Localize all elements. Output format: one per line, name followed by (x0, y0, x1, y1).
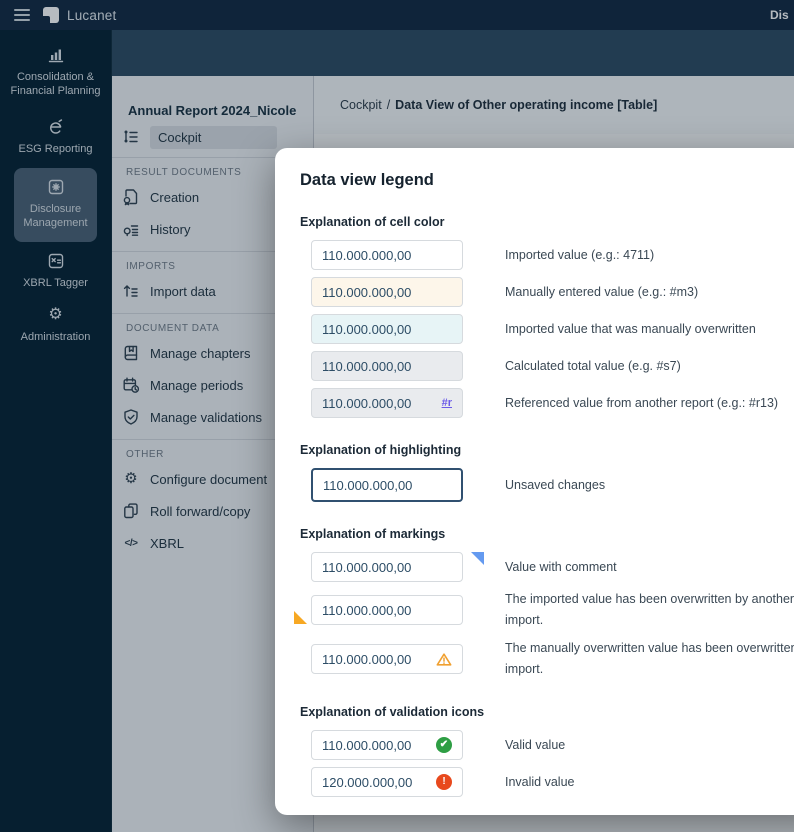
valid-check-icon: ✔ (436, 737, 452, 753)
sample-cell-warning: 110.000.000,00 (311, 644, 463, 674)
invalid-exclamation-icon: ! (436, 774, 452, 790)
sample-cell-import-overwritten: 110.000.000,00 (311, 595, 463, 625)
sample-cell-referenced: 110.000.000,00 #r (311, 388, 463, 418)
sample-cell-calculated: 110.000.000,00 (311, 351, 463, 381)
sample-cell-unsaved: 110.000.000,00 (311, 468, 463, 502)
legend-row: 110.000.000,00 The manually overwritten … (311, 638, 794, 680)
legend-row: 110.000.000,00 Imported value (e.g.: 471… (311, 240, 794, 270)
sample-cell-comment: 110.000.000,00 (311, 552, 463, 582)
legend-row: 110.000.000,00 Imported value that was m… (311, 314, 794, 344)
legend-row: 110.000.000,00 Value with comment (311, 552, 794, 582)
section-heading: Explanation of markings (300, 527, 446, 541)
legend-description: Referenced value from another report (e.… (505, 395, 779, 410)
legend-row: 110.000.000,00 Unsaved changes (311, 468, 794, 502)
sample-cell-overwritten: 110.000.000,00 (311, 314, 463, 344)
section-heading: Explanation of cell color (300, 215, 445, 229)
legend-row: 110.000.000,00 Calculated total value (e… (311, 351, 794, 381)
data-view-legend-dialog: Data view legend Explanation of cell col… (275, 148, 794, 815)
legend-description: Imported value that was manually overwri… (505, 321, 756, 336)
legend-row: 110.000.000,00 Manually entered value (e… (311, 277, 794, 307)
legend-row: 110.000.000,00 #r Referenced value from … (311, 388, 794, 418)
legend-row: 110.000.000,00 The imported value has be… (294, 589, 794, 631)
legend-description: The imported value has been overwritten … (505, 592, 794, 627)
sample-cell-valid: 110.000.000,00 ✔ (311, 730, 463, 760)
legend-description: Calculated total value (e.g. #s7) (505, 358, 681, 373)
legend-row: 110.000.000,00 ✔ Valid value (311, 730, 794, 760)
import-corner-icon (294, 611, 307, 624)
legend-description: Manually entered value (e.g.: #m3) (505, 284, 699, 299)
dialog-title: Data view legend (300, 171, 434, 189)
comment-corner-icon (471, 552, 484, 565)
reference-link: #r (441, 397, 452, 409)
sample-cell-invalid: 120.000.000,00 ! (311, 767, 463, 797)
legend-description: Value with comment (505, 559, 617, 574)
sample-cell-imported: 110.000.000,00 (311, 240, 463, 270)
legend-description: Invalid value (505, 774, 575, 789)
warning-triangle-icon (436, 652, 452, 666)
app-window: Lucanet Dis Consolidation & Financial Pl… (0, 0, 794, 832)
section-heading: Explanation of validation icons (300, 705, 485, 719)
legend-description: The manually overwritten value has been … (505, 641, 794, 676)
legend-row: 120.000.000,00 ! Invalid value (311, 767, 794, 797)
sample-cell-manual: 110.000.000,00 (311, 277, 463, 307)
legend-description: Unsaved changes (505, 477, 606, 492)
legend-description: Valid value (505, 737, 566, 752)
section-heading: Explanation of highlighting (300, 443, 462, 457)
legend-description: Imported value (e.g.: 4711) (505, 247, 655, 262)
